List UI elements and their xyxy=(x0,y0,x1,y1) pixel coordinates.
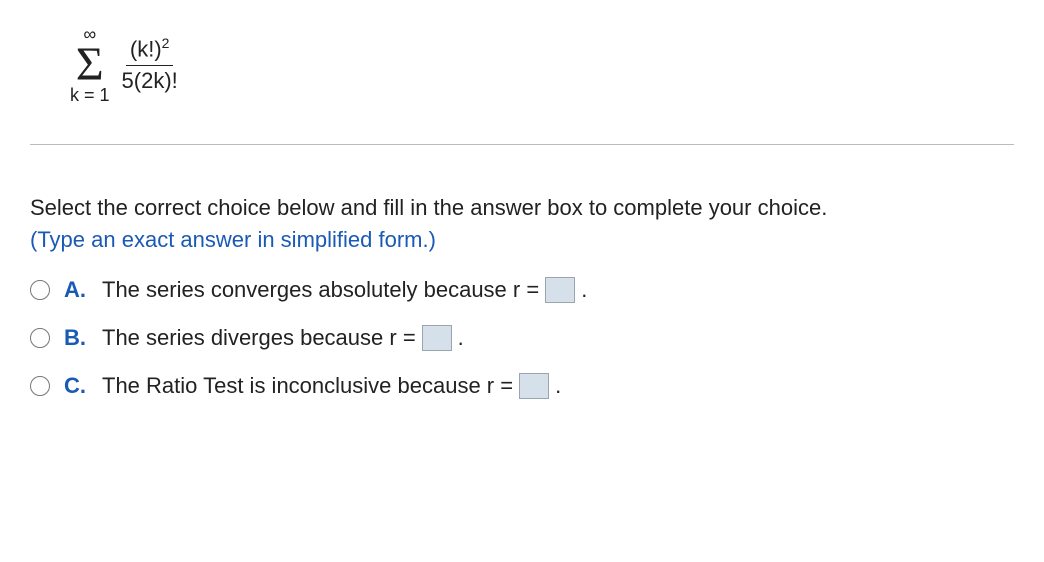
summation-expression: ∞ Σ k = 1 (k!)2 5(2k)! xyxy=(70,25,182,104)
options-group: A. The series converges absolutely becau… xyxy=(30,277,1014,399)
option-text: The series converges absolutely because … xyxy=(102,277,587,303)
radio-b[interactable] xyxy=(30,328,50,348)
answer-input-a[interactable] xyxy=(545,277,575,303)
option-c[interactable]: C. The Ratio Test is inconclusive becaus… xyxy=(30,373,1014,399)
section-divider xyxy=(30,144,1014,145)
option-text: The series diverges because r = . xyxy=(102,325,464,351)
sigma-symbol: Σ xyxy=(76,43,104,86)
option-a[interactable]: A. The series converges absolutely becau… xyxy=(30,277,1014,303)
option-text: The Ratio Test is inconclusive because r… xyxy=(102,373,561,399)
instruction-text: Select the correct choice below and fill… xyxy=(30,195,1014,221)
option-b[interactable]: B. The series diverges because r = . xyxy=(30,325,1014,351)
hint-text: (Type an exact answer in simplified form… xyxy=(30,227,1014,253)
sigma-block: ∞ Σ k = 1 xyxy=(70,25,110,104)
fraction: (k!)2 5(2k)! xyxy=(118,35,182,94)
fraction-numerator: (k!)2 xyxy=(126,35,174,66)
answer-input-c[interactable] xyxy=(519,373,549,399)
answer-input-b[interactable] xyxy=(422,325,452,351)
option-letter: C. xyxy=(64,373,88,399)
option-letter: B. xyxy=(64,325,88,351)
fraction-denominator: 5(2k)! xyxy=(118,66,182,94)
radio-c[interactable] xyxy=(30,376,50,396)
formula-section: ∞ Σ k = 1 (k!)2 5(2k)! xyxy=(30,20,1014,134)
radio-a[interactable] xyxy=(30,280,50,300)
option-letter: A. xyxy=(64,277,88,303)
sigma-lower-limit: k = 1 xyxy=(70,86,110,104)
